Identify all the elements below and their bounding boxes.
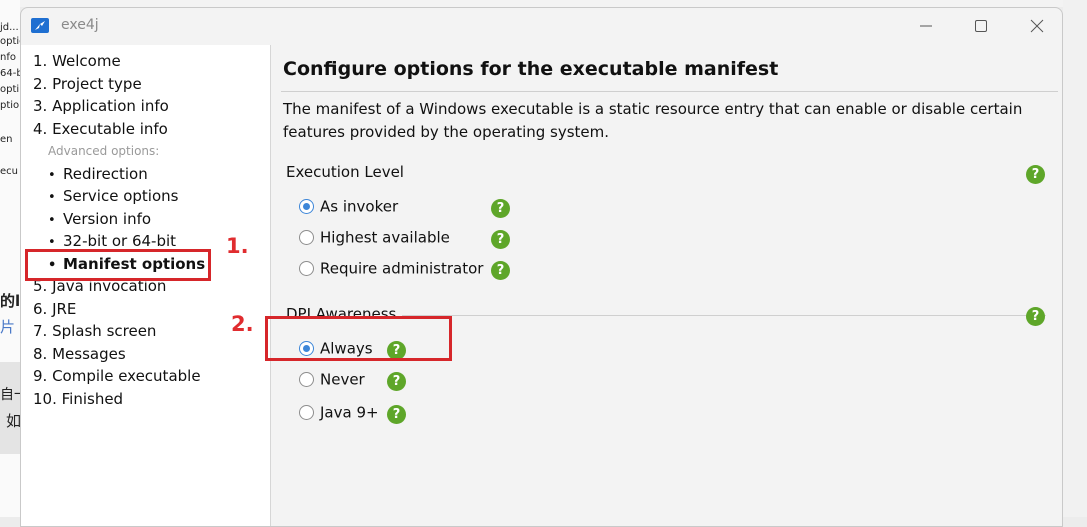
radio-button[interactable] (299, 261, 314, 276)
background-text: 片 (0, 318, 16, 336)
minimize-button[interactable] (910, 14, 942, 38)
substep-label: 32-bit or 64-bit (63, 232, 177, 250)
substep-32-or-64-bit[interactable]: • 32-bit or 64-bit (48, 232, 176, 250)
background-text: nfo (0, 52, 16, 63)
maximize-icon (975, 20, 987, 32)
help-icon[interactable]: ? (491, 230, 510, 249)
radio-as-invoker[interactable]: As invoker (299, 197, 398, 217)
background-text: 自一 (0, 387, 20, 403)
bullet: • (48, 235, 56, 250)
maximize-button[interactable] (965, 14, 997, 38)
step-welcome[interactable]: 1. Welcome (33, 52, 121, 70)
background-app-left: jd... optic nfo 64-b opti ption en ecu 的… (0, 0, 21, 517)
help-icon[interactable]: ? (387, 372, 406, 391)
substep-label: Redirection (63, 165, 148, 183)
minimize-icon (920, 25, 932, 27)
title-bar[interactable]: exe4j (21, 8, 1062, 44)
substep-version-info[interactable]: • Version info (48, 210, 151, 228)
radio-button[interactable] (299, 372, 314, 387)
window-title: exe4j (61, 17, 99, 33)
background-text: ption (0, 100, 20, 111)
help-icon[interactable]: ? (1026, 165, 1045, 184)
annotation-number-1: 1. (226, 234, 249, 258)
close-button[interactable] (1021, 14, 1053, 38)
close-icon (1030, 19, 1044, 33)
step-finished[interactable]: 10. Finished (33, 390, 123, 408)
background-text: ecu (0, 166, 18, 177)
radio-button[interactable] (299, 230, 314, 245)
exe4j-app-icon (31, 18, 49, 33)
radio-label: Highest available (320, 228, 450, 247)
manifest-options-panel: Configure options for the executable man… (271, 45, 1062, 526)
help-icon[interactable]: ? (491, 199, 510, 218)
annotation-box-manifest-options (25, 249, 211, 281)
bullet: • (48, 190, 56, 205)
radio-label: Never (320, 370, 365, 389)
radio-java-9-plus[interactable]: Java 9+ (299, 403, 379, 423)
page-title: Configure options for the executable man… (283, 58, 779, 80)
annotation-box-always (265, 316, 452, 361)
radio-label: Require administrator (320, 259, 484, 278)
execution-level-title: Execution Level (286, 163, 410, 181)
help-icon[interactable]: ? (491, 261, 510, 280)
annotation-number-2: 2. (231, 312, 254, 336)
bullet: • (48, 213, 56, 228)
step-project-type[interactable]: 2. Project type (33, 75, 142, 93)
background-text: optic (0, 36, 20, 47)
background-text: 64-b (0, 68, 20, 79)
background-text: opti (0, 84, 20, 95)
step-compile-executable[interactable]: 9. Compile executable (33, 367, 201, 385)
substep-service-options[interactable]: • Service options (48, 187, 178, 205)
wizard-steps-sidebar: 1. Welcome 2. Project type 3. Applicatio… (21, 45, 271, 526)
title-divider (281, 91, 1058, 92)
radio-label: Java 9+ (320, 403, 379, 422)
step-application-info[interactable]: 3. Application info (33, 97, 169, 115)
background-app-right (1063, 0, 1087, 517)
substep-label: Version info (63, 210, 152, 228)
substep-label: Service options (63, 187, 179, 205)
substep-redirection[interactable]: • Redirection (48, 165, 148, 183)
radio-highest-available[interactable]: Highest available (299, 228, 450, 248)
step-executable-info[interactable]: 4. Executable info (33, 120, 168, 138)
bullet: • (48, 168, 56, 183)
help-icon[interactable]: ? (1026, 307, 1045, 326)
background-text: en (0, 134, 13, 145)
advanced-options-label: Advanced options: (48, 144, 160, 158)
radio-label: As invoker (320, 197, 399, 216)
step-messages[interactable]: 8. Messages (33, 345, 126, 363)
background-text: jd... (0, 22, 19, 33)
help-icon[interactable]: ? (387, 405, 406, 424)
page-description: The manifest of a Windows executable is … (283, 100, 1023, 141)
step-jre[interactable]: 6. JRE (33, 300, 76, 318)
radio-button[interactable] (299, 405, 314, 420)
background-band (0, 362, 20, 454)
background-app-strip-top (20, 0, 1063, 7)
radio-require-administrator[interactable]: Require administrator (299, 259, 483, 279)
radio-button[interactable] (299, 199, 314, 214)
background-text: 的l (0, 292, 20, 310)
step-splash-screen[interactable]: 7. Splash screen (33, 322, 156, 340)
radio-never[interactable]: Never (299, 370, 365, 390)
